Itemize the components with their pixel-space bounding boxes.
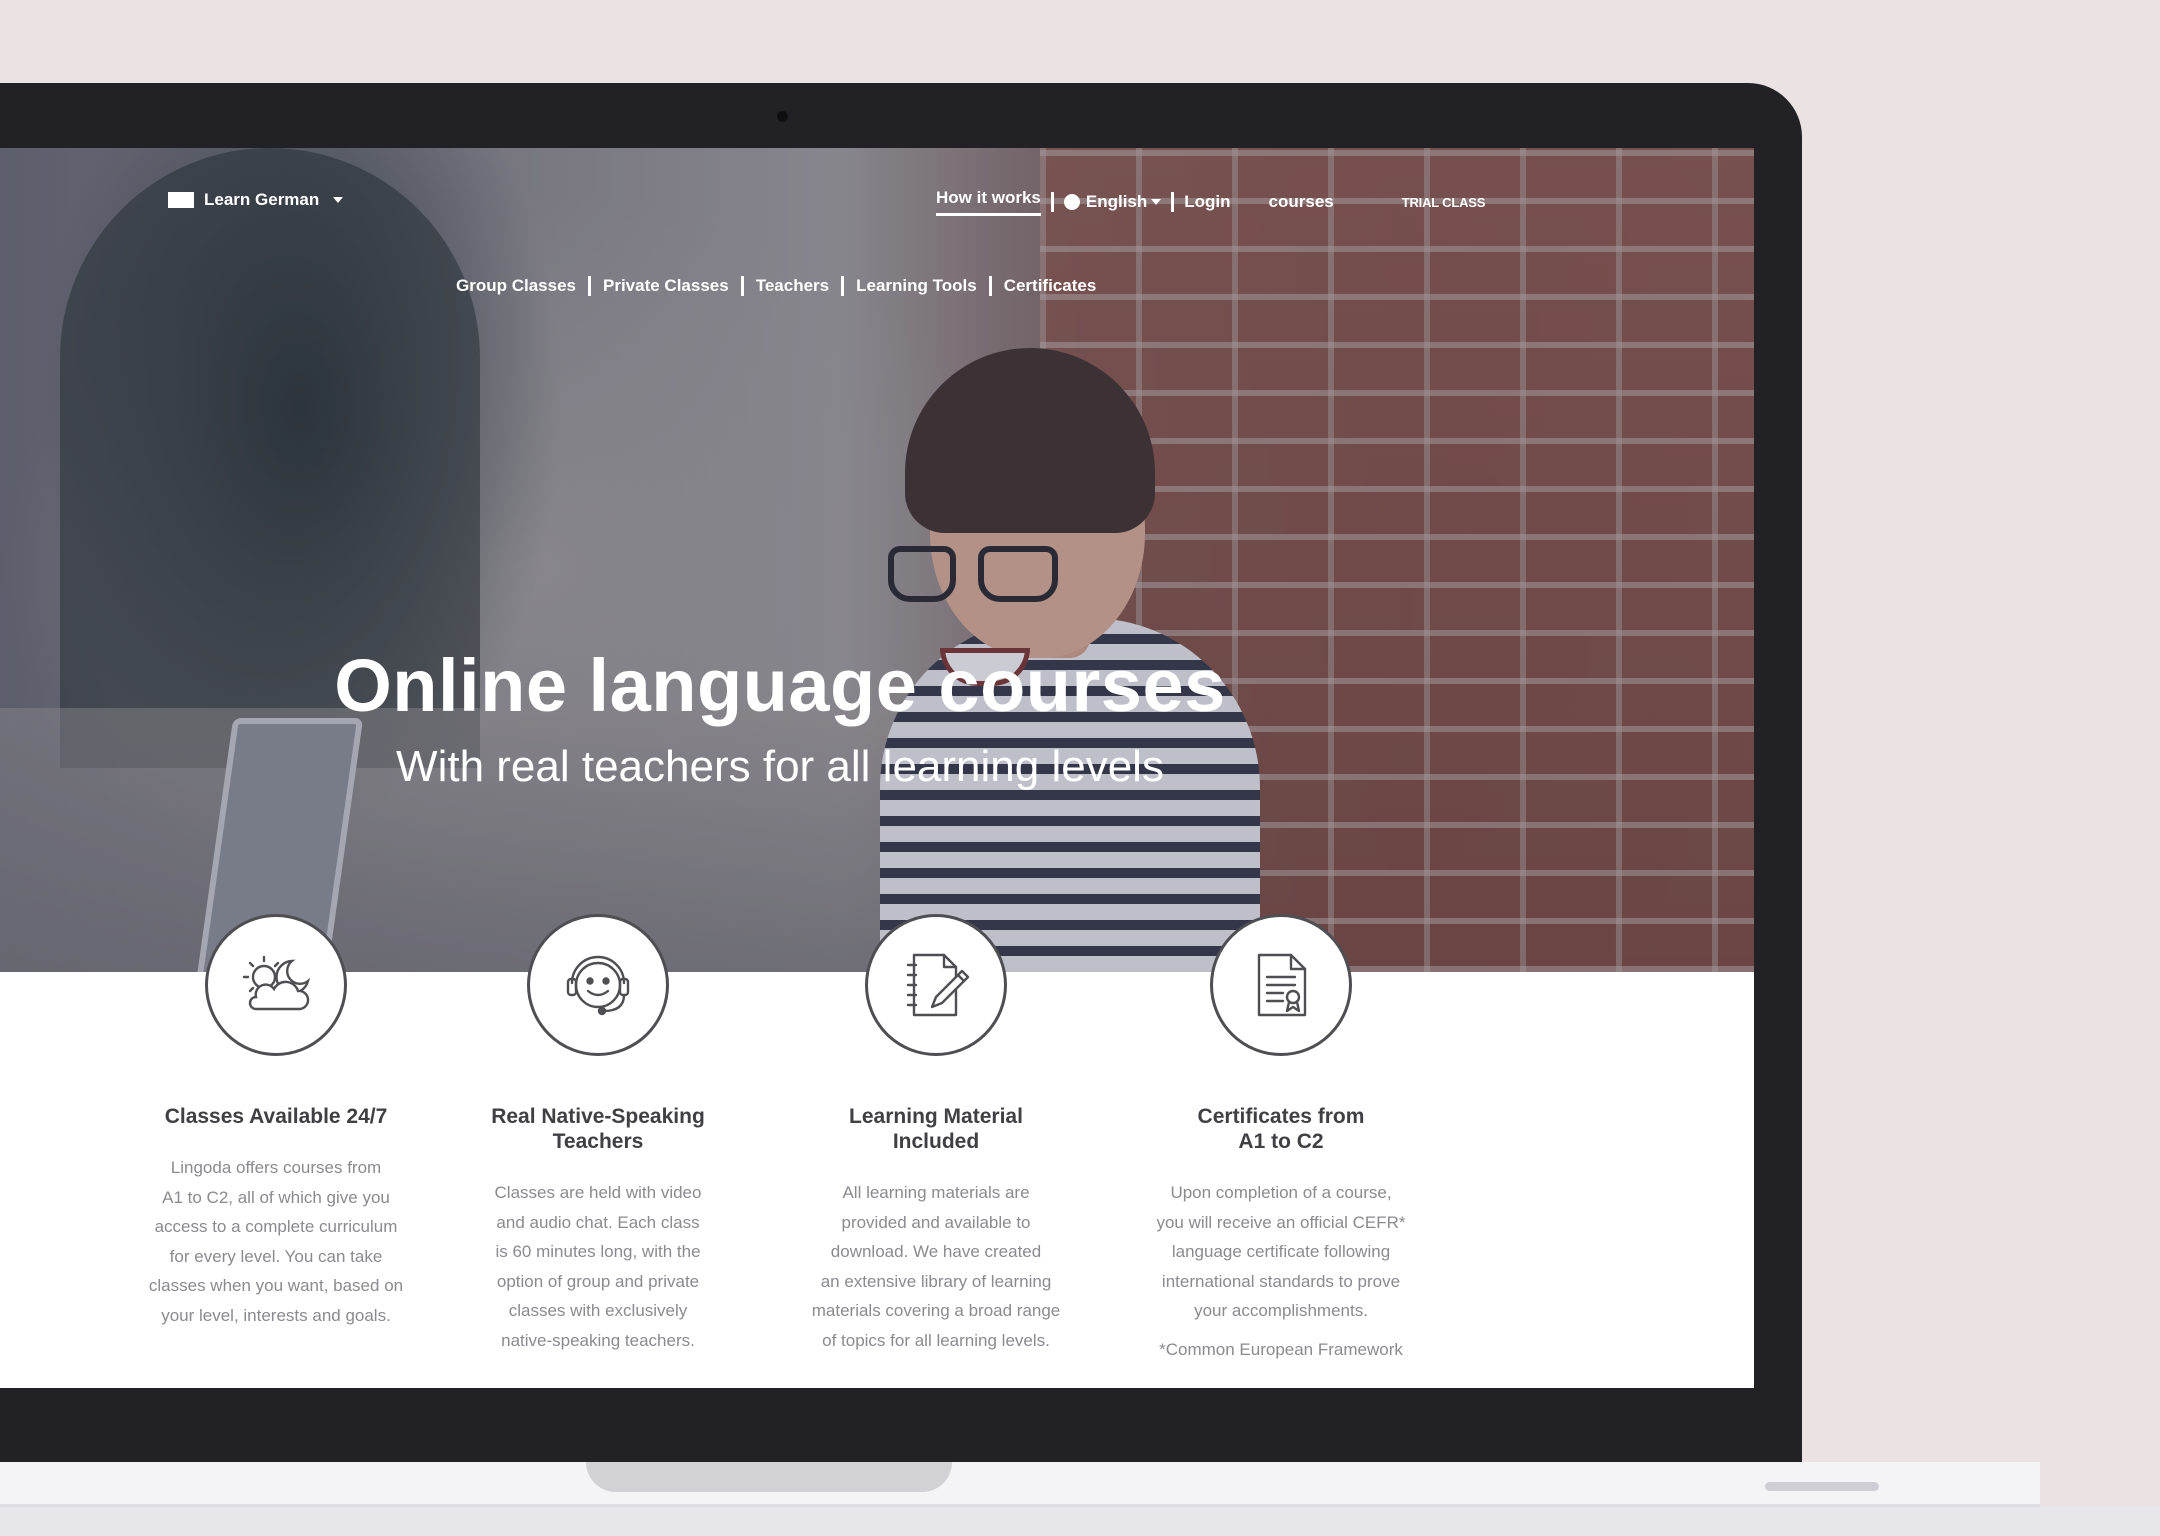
feature-icon-circle xyxy=(1210,914,1352,1056)
feature-classes-24-7: Classes Available 24/7 Lingoda offers co… xyxy=(126,914,426,1330)
globe-icon xyxy=(1063,194,1080,210)
top-nav: How it works English Login courses TRIAL… xyxy=(936,188,1485,216)
feature-description: Classes are held with video and audio ch… xyxy=(458,1178,738,1355)
feature-description-line: A1 to C2, all of which give you xyxy=(162,1187,390,1207)
hero-section: Learn German How it works English Login … xyxy=(0,148,1754,972)
feature-description-line: classes with exclusively xyxy=(508,1301,688,1320)
sub-nav-divider xyxy=(841,276,845,296)
chevron-down-icon xyxy=(333,197,344,203)
nav-login[interactable]: Login xyxy=(1184,192,1230,212)
laptop-base xyxy=(0,1462,2040,1507)
feature-description-line: an extensive library of learning xyxy=(820,1271,1052,1291)
sub-nav-certificates[interactable]: Certificates xyxy=(1004,276,1097,296)
nav-trial-class[interactable]: TRIAL CLASS xyxy=(1402,195,1486,210)
hero-subtitle: With real teachers for all learning leve… xyxy=(396,742,1164,791)
language-selector-label: Learn German xyxy=(204,190,320,209)
webcam-dot xyxy=(777,111,788,122)
feature-description-line: native-speaking teachers. xyxy=(501,1330,695,1350)
feature-description-line: your accomplishments. xyxy=(1194,1301,1368,1320)
nav-divider xyxy=(1050,192,1054,212)
sub-nav-divider xyxy=(588,276,591,296)
feature-description-line: materials covering a broad range xyxy=(811,1301,1061,1320)
feature-title-line: Included xyxy=(892,1130,980,1153)
feature-icon-circle xyxy=(205,914,347,1056)
feature-title-line: Teachers xyxy=(552,1130,644,1153)
feature-description: Lingoda offers courses from A1 to C2, al… xyxy=(126,1153,426,1330)
feature-description-line: Upon completion of a course, xyxy=(1170,1183,1392,1202)
nav-language-dropdown[interactable]: English xyxy=(1063,192,1162,212)
feature-description-line: of topics for all learning levels. xyxy=(822,1330,1050,1350)
feature-description-line: is 60 minutes long, with the xyxy=(495,1242,701,1261)
laptop-slot xyxy=(1765,1482,1879,1491)
feature-description-line: classes when you want, based on xyxy=(148,1276,404,1295)
laptop-foot-strip xyxy=(0,1507,2160,1536)
nav-how-it-works[interactable]: How it works xyxy=(936,188,1041,216)
sub-nav-learning-tools[interactable]: Learning Tools xyxy=(856,276,977,296)
feature-description-line: provided and available to xyxy=(841,1212,1031,1232)
chevron-down-icon xyxy=(1151,199,1162,205)
feature-description: Upon completion of a course, you will re… xyxy=(1126,1178,1436,1326)
sub-nav-divider xyxy=(988,276,992,296)
feature-title-line: Classes Available 24/7 xyxy=(164,1105,388,1128)
feature-title-line: A1 to C2 xyxy=(1238,1130,1324,1153)
feature-description-line: language certificate following xyxy=(1171,1242,1391,1261)
feature-title-line: Certificates from xyxy=(1197,1105,1365,1128)
screen: Learn German How it works English Login … xyxy=(0,148,1754,1388)
feature-description-line: for every level. You can take xyxy=(169,1246,383,1266)
hero-overlay xyxy=(0,148,1754,972)
feature-description-line: access to a complete curriculum xyxy=(154,1217,398,1236)
feature-icon-circle xyxy=(527,914,669,1056)
feature-learning-material: Learning Material Included All learning … xyxy=(786,914,1086,1355)
feature-title-line: Learning Material xyxy=(849,1105,1023,1128)
feature-title: Classes Available 24/7 xyxy=(126,1104,426,1129)
nav-language-label: English xyxy=(1085,192,1148,211)
certificate-icon xyxy=(1257,953,1307,1017)
feature-description-line: your level, interests and goals. xyxy=(161,1305,391,1325)
feature-title-line: Real Native-Speaking xyxy=(491,1105,705,1128)
feature-description: All learning materials are provided and … xyxy=(786,1178,1086,1355)
feature-description-line: download. We have created xyxy=(830,1242,1042,1261)
nav-divider xyxy=(1171,192,1175,212)
feature-title: Learning Material Included xyxy=(786,1104,1086,1154)
flag-icon xyxy=(168,192,194,208)
notebook-pencil-icon xyxy=(906,953,970,1017)
feature-description-line: option of group and private xyxy=(496,1271,700,1291)
feature-description-line: Lingoda offers courses from xyxy=(170,1158,382,1177)
feature-description-line: and audio chat. Each class xyxy=(496,1212,700,1232)
laptop-hinge-notch xyxy=(586,1462,952,1492)
feature-description-line: you will receive an official CEFR* xyxy=(1156,1212,1406,1232)
feature-title: Real Native-Speaking Teachers xyxy=(458,1104,738,1154)
feature-description-line: international standards to prove xyxy=(1161,1271,1401,1291)
nav-courses[interactable]: courses xyxy=(1269,192,1334,212)
day-night-icon xyxy=(242,955,311,1011)
sub-nav-teachers[interactable]: Teachers xyxy=(756,276,829,296)
feature-icon-circle xyxy=(865,914,1007,1056)
feature-description-line: Classes are held with video xyxy=(494,1183,702,1202)
feature-description-line: All learning materials are xyxy=(842,1183,1030,1202)
feature-footnote: *Common European Framework xyxy=(1159,1339,1403,1359)
language-selector[interactable]: Learn German xyxy=(168,190,344,210)
hero-title: Online language courses xyxy=(334,644,1226,727)
sub-nav-divider xyxy=(740,276,744,296)
sub-nav: Group Classes Private Classes Teachers L… xyxy=(456,276,1096,296)
feature-certificates: Certificates from A1 to C2 Upon completi… xyxy=(1126,914,1436,1360)
feature-title: Certificates from A1 to C2 xyxy=(1126,1104,1436,1154)
feature-native-teachers: Real Native-Speaking Teachers Classes ar… xyxy=(458,914,738,1355)
sub-nav-private-classes[interactable]: Private Classes xyxy=(603,276,729,296)
sub-nav-group-classes[interactable]: Group Classes xyxy=(456,276,576,296)
headset-teacher-icon xyxy=(566,955,630,1016)
